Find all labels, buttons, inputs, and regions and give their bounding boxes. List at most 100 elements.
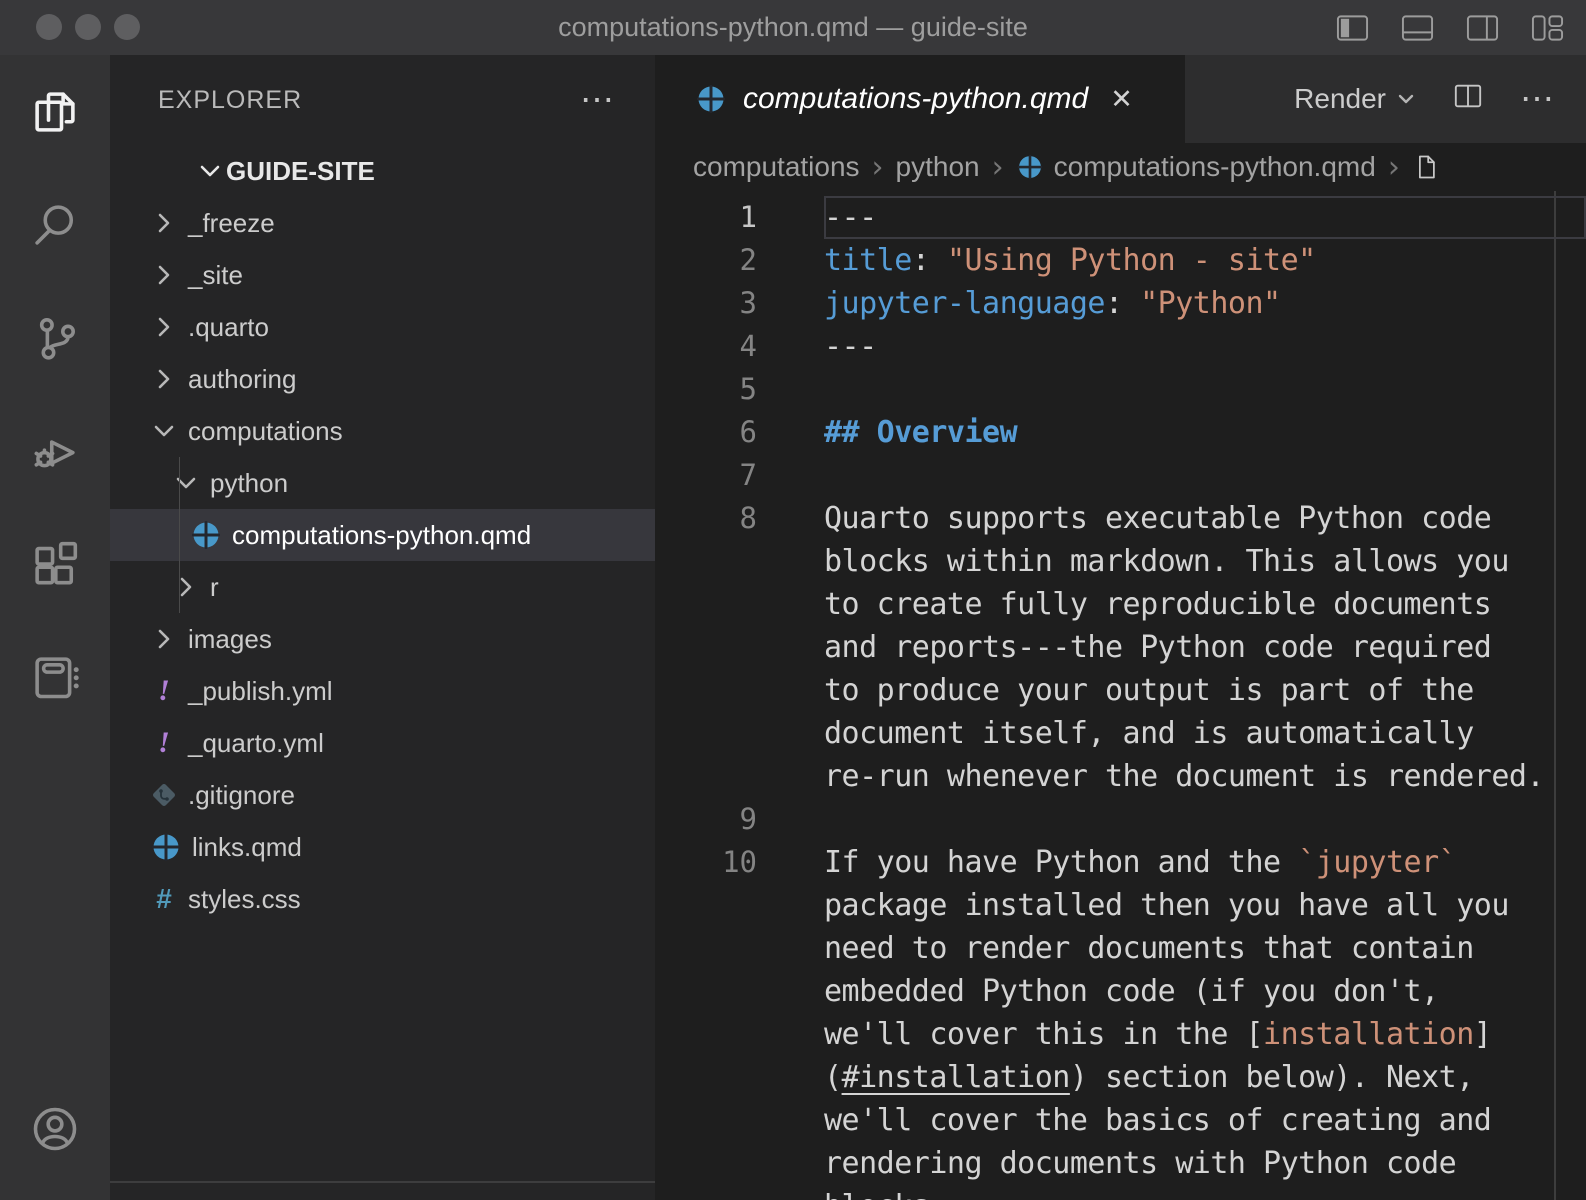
chevron-down-icon <box>194 155 226 187</box>
tree-item-label: styles.css <box>188 884 301 915</box>
activity-extensions[interactable] <box>26 535 84 593</box>
chevron-down-icon <box>1396 83 1416 115</box>
explorer-sidebar: EXPLORER ⋯ GUIDE-SITE _freeze_site.quart… <box>110 55 655 1200</box>
tree-item--publish-yml[interactable]: !_publish.yml <box>110 665 655 717</box>
line-number: 3 <box>655 282 824 325</box>
zoom-window-button[interactable] <box>114 14 140 40</box>
tree-item-label: authoring <box>188 364 296 395</box>
activity-bar <box>0 55 110 1200</box>
quarto-file-icon <box>148 829 184 865</box>
activity-source-control[interactable] <box>26 309 84 367</box>
tree-item--gitignore[interactable]: .gitignore <box>110 769 655 821</box>
tab-computations-python-qmd[interactable]: computations-python.qmd ✕ <box>655 55 1185 143</box>
tree-item-computations[interactable]: computations <box>110 405 655 457</box>
tree-item--site[interactable]: _site <box>110 249 655 301</box>
split-editor-icon[interactable] <box>1452 81 1484 118</box>
chevron-down-icon <box>148 415 180 447</box>
render-button[interactable]: Render <box>1294 83 1416 115</box>
workspace-section-header[interactable]: GUIDE-SITE <box>110 145 655 197</box>
activity-run-debug[interactable] <box>26 422 84 480</box>
line-number: 5 <box>655 368 824 411</box>
line-number: 7 <box>655 454 824 497</box>
chevron-down-icon <box>170 467 202 499</box>
close-tab-icon[interactable]: ✕ <box>1110 84 1133 115</box>
breadcrumb: computations›python›computations-python.… <box>655 143 1586 191</box>
tree-item--quarto[interactable]: .quarto <box>110 301 655 353</box>
tree-item-label: links.qmd <box>192 832 302 863</box>
breadcrumb-label: computations <box>693 151 860 183</box>
tree-item-images[interactable]: images <box>110 613 655 665</box>
chevron-right-icon <box>148 207 180 239</box>
tab-bar: computations-python.qmd ✕ Render ⋯ <box>655 55 1586 143</box>
tree-item-label: python <box>210 468 288 499</box>
layout-sidebar-left-icon[interactable] <box>1336 14 1369 42</box>
code-line-7: 7 <box>655 454 1586 497</box>
git-file-icon <box>148 779 180 811</box>
tree-item-label: r <box>210 572 219 603</box>
breadcrumb-item-computations[interactable]: computations <box>693 151 860 183</box>
tree-item-label: .gitignore <box>188 780 295 811</box>
line-number: 9 <box>655 798 824 841</box>
tree-item-computations-python-qmd[interactable]: computations-python.qmd <box>110 509 655 561</box>
tree-item-links-qmd[interactable]: links.qmd <box>110 821 655 873</box>
window-controls <box>36 14 140 40</box>
quarto-file-icon <box>695 83 727 115</box>
workspace-name: GUIDE-SITE <box>226 156 375 187</box>
breadcrumb-item-computations-python-qmd[interactable]: computations-python.qmd <box>1016 151 1376 183</box>
layout-panel-icon[interactable] <box>1401 14 1434 42</box>
tree-item-python[interactable]: python <box>110 457 655 509</box>
activity-explorer[interactable] <box>26 83 84 141</box>
code-editor[interactable]: 1---2title: "Using Python - site"3jupyte… <box>655 191 1586 1200</box>
tab-label: computations-python.qmd <box>743 82 1088 116</box>
sidebar-title: EXPLORER <box>158 86 302 115</box>
tree-item--freeze[interactable]: _freeze <box>110 197 655 249</box>
tree-item-authoring[interactable]: authoring <box>110 353 655 405</box>
line-number: 8 <box>655 497 824 798</box>
tree-item-r[interactable]: r <box>110 561 655 613</box>
css-file-icon: # <box>148 883 180 915</box>
quarto-file-icon <box>188 517 224 553</box>
more-actions-icon[interactable]: ⋯ <box>1520 79 1554 119</box>
line-number: 1 <box>655 196 824 239</box>
activity-account[interactable] <box>26 1100 84 1158</box>
outline-section-header[interactable]: OUTLINE <box>110 1181 655 1200</box>
chevron-right-icon <box>148 311 180 343</box>
breadcrumb-item-python[interactable]: python <box>896 151 980 183</box>
extensions-icon <box>29 538 81 590</box>
breadcrumb-separator: › <box>860 150 896 185</box>
indent-guide <box>179 457 180 613</box>
minimize-window-button[interactable] <box>75 14 101 40</box>
tree-item-label: computations-python.qmd <box>232 520 531 551</box>
code-line-2: 2title: "Using Python - site" <box>655 239 1586 282</box>
breadcrumb-separator: › <box>1376 150 1412 185</box>
tree-item-styles-css[interactable]: # styles.css <box>110 873 655 925</box>
search-icon <box>29 199 81 251</box>
debug-icon <box>29 425 81 477</box>
chevron-right-icon <box>148 623 180 655</box>
editor-actions: Render ⋯ <box>1294 55 1586 143</box>
line-number: 10 <box>655 841 824 1200</box>
close-window-button[interactable] <box>36 14 62 40</box>
code-line-10: 10If you have Python and the `jupyter`pa… <box>655 841 1586 1200</box>
activity-search[interactable] <box>26 196 84 254</box>
tree-item-label: _site <box>188 260 243 291</box>
code-line-1: 1--- <box>655 196 1586 239</box>
notebook-icon <box>29 651 81 703</box>
code-line-4: 4--- <box>655 325 1586 368</box>
layout-editor-icon[interactable] <box>1531 14 1564 42</box>
file-tree: _freeze _site .quarto authoring computations… <box>110 197 655 925</box>
tree-item-label: _freeze <box>188 208 275 239</box>
activity-notebook[interactable] <box>26 648 84 706</box>
quarto-icon <box>1016 153 1044 181</box>
code-line-6: 6## Overview <box>655 411 1586 454</box>
render-label: Render <box>1294 83 1386 115</box>
line-number: 4 <box>655 325 824 368</box>
tree-item-label: .quarto <box>188 312 269 343</box>
editor-group: computations-python.qmd ✕ Render ⋯ compu… <box>655 55 1586 1200</box>
tree-item--quarto-yml[interactable]: !_quarto.yml <box>110 717 655 769</box>
scm-icon <box>29 312 81 364</box>
code-line-9: 9 <box>655 798 1586 841</box>
yaml-file-icon: ! <box>148 727 180 759</box>
breadcrumb-item-symbol[interactable] <box>1412 153 1440 181</box>
layout-sidebar-right-icon[interactable] <box>1466 14 1499 42</box>
